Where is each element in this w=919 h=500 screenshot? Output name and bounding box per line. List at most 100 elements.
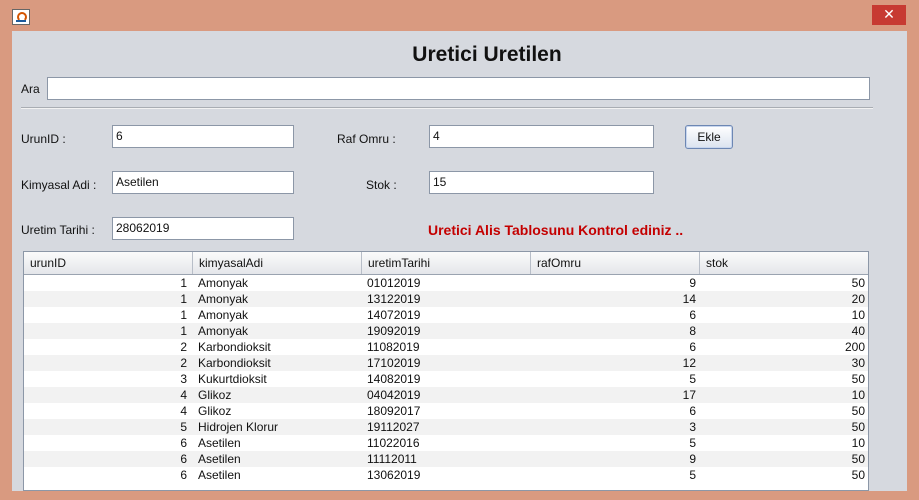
table-cell: 6	[689, 308, 696, 322]
table-cell: 6	[689, 404, 696, 418]
table-cell: 50	[851, 452, 865, 466]
search-label: Ara	[21, 82, 40, 96]
table-cell: 2	[180, 356, 187, 370]
table-cell: 50	[851, 420, 865, 434]
column-header-urunid[interactable]: urunID	[24, 252, 193, 274]
table-cell: 10	[851, 436, 865, 450]
table-cell: 4	[180, 404, 187, 418]
table-row[interactable]: 6 Asetilen 11112011 9 50	[24, 451, 868, 467]
table-cell: 3	[180, 372, 187, 386]
ekle-button[interactable]: Ekle	[685, 125, 733, 149]
title-bar: ✕	[0, 0, 919, 30]
table-cell: 14082019	[367, 372, 421, 386]
table-cell: 30	[851, 356, 865, 370]
table-row[interactable]: 2 Karbondioksit 17102019 12 30	[24, 355, 868, 371]
uretim-field[interactable]: 28062019	[112, 217, 294, 240]
table-cell: 01012019	[367, 276, 421, 290]
uretim-label: Uretim Tarihi :	[21, 223, 95, 237]
table-cell: Amonyak	[198, 324, 249, 338]
table-cell: 1	[180, 308, 187, 322]
java-app-icon[interactable]	[12, 9, 30, 25]
table-cell: 17102019	[367, 356, 421, 370]
search-input[interactable]	[47, 77, 870, 100]
table-cell: 5	[689, 372, 696, 386]
stok-label: Stok :	[366, 178, 397, 192]
warning-message: Uretici Alis Tablosunu Kontrol ediniz ..	[428, 222, 684, 238]
table-body: 1 Amonyak 01012019 9 50 1 Amonyak 13122019 14 20 1…	[24, 275, 868, 483]
table-cell: 13062019	[367, 468, 421, 482]
table-cell: 19112027	[367, 420, 420, 434]
table-cell: Amonyak	[198, 292, 249, 306]
table-cell: 9	[689, 452, 696, 466]
table-cell: 12	[682, 356, 696, 370]
table-cell: 8	[689, 324, 696, 338]
table-cell: 11022016	[367, 436, 420, 450]
table-row[interactable]: 4 Glikoz 04042019 17 10	[24, 387, 868, 403]
table-row[interactable]: 6 Asetilen 13062019 5 50	[24, 467, 868, 483]
table-cell: 04042019	[367, 388, 421, 402]
close-button[interactable]: ✕	[872, 5, 906, 25]
table-cell: 18092017	[367, 404, 421, 418]
table-cell: 50	[851, 404, 865, 418]
column-header-uretimtarihi[interactable]: uretimTarihi	[362, 252, 531, 274]
table-row[interactable]: 6 Asetilen 11022016 5 10	[24, 435, 868, 451]
table-row[interactable]: 1 Amonyak 01012019 9 50	[24, 275, 868, 291]
table-cell: 10	[851, 388, 865, 402]
column-header-kimyasaladi[interactable]: kimyasalAdi	[193, 252, 362, 274]
urunid-field[interactable]: 6	[112, 125, 294, 148]
table-cell: 11112011	[367, 452, 417, 466]
table-cell: 1	[180, 324, 187, 338]
table-cell: Glikoz	[198, 388, 232, 402]
table-cell: Karbondioksit	[198, 356, 271, 370]
column-header-stok[interactable]: stok	[700, 252, 868, 274]
table-cell: 2	[180, 340, 187, 354]
table-cell: 20	[851, 292, 865, 306]
main-panel: Uretici Uretilen Ara UrunID : 6 Raf Omru…	[12, 31, 907, 491]
urunid-label: UrunID :	[21, 132, 66, 146]
table-cell: 6	[689, 340, 696, 354]
rafomru-field[interactable]: 4	[429, 125, 654, 148]
table-row[interactable]: 1 Amonyak 13122019 14 20	[24, 291, 868, 307]
table-cell: 3	[689, 420, 696, 434]
table-cell: 50	[851, 372, 865, 386]
table-row[interactable]: 2 Karbondioksit 11082019 6 200	[24, 339, 868, 355]
table-cell: Asetilen	[198, 436, 241, 450]
table-cell: 14072019	[367, 308, 421, 322]
table-cell: 10	[851, 308, 865, 322]
kimyasal-field[interactable]: Asetilen	[112, 171, 294, 194]
table-cell: 6	[180, 436, 187, 450]
table-cell: 200	[844, 340, 865, 354]
table-cell: 50	[851, 468, 865, 482]
table-cell: Hidrojen Klorur	[198, 420, 279, 434]
table-cell: 40	[851, 324, 865, 338]
table-cell: 5	[689, 436, 696, 450]
table-cell: Asetilen	[198, 452, 241, 466]
table-header: urunID kimyasalAdi uretimTarihi rafOmru …	[24, 252, 868, 275]
table-cell: 50	[851, 276, 865, 290]
data-table[interactable]: urunID kimyasalAdi uretimTarihi rafOmru …	[23, 251, 869, 491]
table-cell: Asetilen	[198, 468, 241, 482]
table-cell: Amonyak	[198, 276, 249, 290]
table-row[interactable]: 3 Kukurtdioksit 14082019 5 50	[24, 371, 868, 387]
table-cell: 4	[180, 388, 187, 402]
table-row[interactable]: 5 Hidrojen Klorur 19112027 3 50	[24, 419, 868, 435]
table-cell: 13122019	[367, 292, 421, 306]
divider	[21, 107, 873, 109]
table-cell: 6	[180, 468, 187, 482]
table-cell: 14	[682, 292, 696, 306]
table-cell: Glikoz	[198, 404, 232, 418]
table-cell: 5	[689, 468, 696, 482]
table-row[interactable]: 4 Glikoz 18092017 6 50	[24, 403, 868, 419]
table-row[interactable]: 1 Amonyak 19092019 8 40	[24, 323, 868, 339]
table-row[interactable]: 1 Amonyak 14072019 6 10	[24, 307, 868, 323]
column-header-rafomru[interactable]: rafOmru	[531, 252, 700, 274]
table-cell: Amonyak	[198, 308, 249, 322]
page-title: Uretici Uretilen	[412, 43, 562, 66]
table-cell: Kukurtdioksit	[198, 372, 267, 386]
table-cell: 1	[180, 276, 187, 290]
table-cell: 1	[180, 292, 187, 306]
stok-field[interactable]: 15	[429, 171, 654, 194]
table-cell: 19092019	[367, 324, 421, 338]
table-cell: 9	[689, 276, 696, 290]
table-cell: 11082019	[367, 340, 420, 354]
